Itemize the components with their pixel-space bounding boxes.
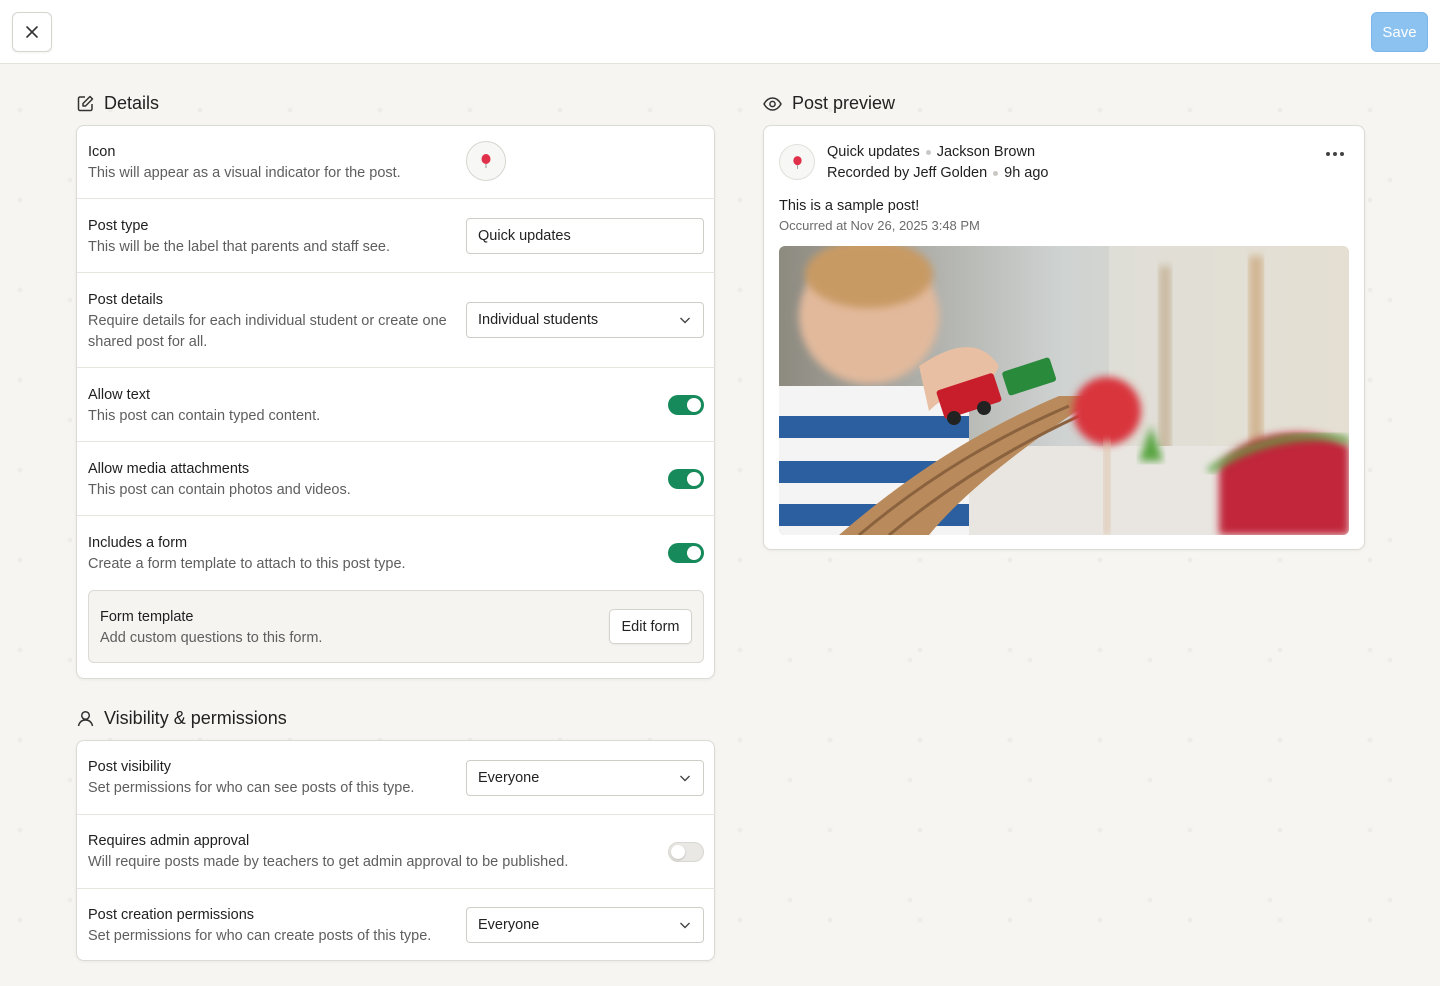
icon-picker[interactable] — [466, 141, 506, 181]
post-body: This is a sample post! — [779, 198, 920, 214]
includes-form-toggle[interactable] — [668, 543, 704, 563]
form-template-card: Form template Add custom questions to th… — [88, 590, 704, 663]
toggle-knob — [687, 546, 701, 560]
admin-approval-label: Requires admin approval — [88, 833, 250, 849]
admin-approval-row: Requires admin approval Will require pos… — [77, 815, 715, 889]
time-ago: 9h ago — [1004, 165, 1049, 181]
allow-text-desc: This post can contain typed content. — [88, 408, 321, 424]
chevron-down-icon — [680, 775, 690, 782]
post-type-value: Quick updates — [478, 228, 571, 244]
allow-text-label: Allow text — [88, 387, 151, 403]
icon-label: Icon — [88, 144, 116, 160]
allow-text-toggle[interactable] — [668, 395, 704, 415]
toggle-knob — [687, 398, 701, 412]
post-visibility-value: Everyone — [478, 770, 540, 786]
post-details-select[interactable]: Individual students — [466, 302, 704, 338]
creation-permissions-desc: Set permissions for who can create posts… — [88, 928, 432, 944]
edit-form-button[interactable]: Edit form — [609, 609, 692, 644]
form-template-label: Form template — [100, 609, 194, 625]
visibility-section-title: Visibility & permissions — [77, 708, 287, 729]
icon-row: Icon This will appear as a visual indica… — [77, 126, 715, 199]
details-title: Details — [104, 93, 160, 113]
post-header-line: Quick updates Jackson Brown — [827, 144, 1035, 160]
post-visibility-label: Post visibility — [88, 759, 171, 775]
post-details-label: Post details — [88, 292, 163, 308]
toggle-knob — [687, 472, 701, 486]
post-type-desc: This will be the label that parents and … — [88, 239, 390, 255]
details-section-title: Details — [77, 93, 159, 114]
post-visibility-select[interactable]: Everyone — [466, 760, 704, 796]
post-type-input[interactable]: Quick updates — [466, 218, 704, 254]
user-icon — [77, 710, 94, 727]
creation-permissions-row: Post creation permissions Set permission… — [77, 889, 715, 962]
allow-media-desc: This post can contain photos and videos. — [88, 482, 351, 498]
close-icon — [26, 26, 38, 38]
balloon-icon — [792, 155, 802, 169]
includes-form-desc: Create a form template to attach to this… — [88, 556, 406, 572]
preview-title: Post preview — [792, 93, 896, 113]
separator-dot — [925, 149, 931, 155]
allow-media-toggle[interactable] — [668, 469, 704, 489]
allow-text-row: Allow text This post can contain typed c… — [77, 368, 715, 442]
post-details-desc: Require details for each individual stud… — [88, 313, 447, 350]
creation-permissions-label: Post creation permissions — [88, 907, 255, 923]
close-button[interactable] — [12, 12, 52, 52]
post-occurred: Occurred at Nov 26, 2025 3:48 PM — [779, 218, 980, 233]
includes-form-label: Includes a form — [88, 535, 188, 551]
edit-icon — [77, 95, 94, 112]
details-card: Icon This will appear as a visual indica… — [76, 125, 715, 679]
post-type-row: Post type This will be the label that pa… — [77, 199, 715, 273]
post-photo — [779, 246, 1349, 535]
toggle-knob — [671, 845, 685, 859]
post-details-value: Individual students — [478, 312, 599, 328]
top-bar: Save — [0, 0, 1440, 64]
icon-desc: This will appear as a visual indicator f… — [88, 165, 401, 181]
child-playing-train-image — [779, 246, 1349, 535]
post-details-row: Post details Require details for each in… — [77, 273, 715, 368]
post-meta-line: Recorded by Jeff Golden 9h ago — [827, 165, 1049, 181]
post-visibility-row: Post visibility Set permissions for who … — [77, 741, 715, 815]
admin-approval-desc: Will require posts made by teachers to g… — [88, 854, 569, 870]
more-options-icon[interactable] — [1326, 148, 1348, 160]
creation-permissions-select[interactable]: Everyone — [466, 907, 704, 943]
eye-icon — [763, 96, 782, 111]
post-preview-card: Quick updates Jackson Brown Recorded by J… — [763, 125, 1365, 550]
student-name: Jackson Brown — [936, 144, 1036, 160]
balloon-icon — [481, 154, 491, 168]
preview-section-title: Post preview — [763, 93, 895, 114]
chevron-down-icon — [680, 922, 690, 929]
post-avatar — [779, 144, 815, 180]
separator-dot — [993, 170, 999, 176]
chevron-down-icon — [680, 317, 690, 324]
save-button[interactable]: Save — [1371, 12, 1428, 52]
post-type-name: Quick updates — [827, 144, 920, 160]
visibility-card: Post visibility Set permissions for who … — [76, 740, 715, 961]
form-template-desc: Add custom questions to this form. — [100, 630, 323, 646]
allow-media-label: Allow media attachments — [88, 461, 250, 477]
visibility-title: Visibility & permissions — [104, 708, 287, 728]
creation-permissions-value: Everyone — [478, 917, 540, 933]
post-visibility-desc: Set permissions for who can see posts of… — [88, 780, 415, 796]
recorded-by: Recorded by Jeff Golden — [827, 165, 988, 181]
post-type-label: Post type — [88, 218, 149, 234]
allow-media-row: Allow media attachments This post can co… — [77, 442, 715, 516]
admin-approval-toggle[interactable] — [668, 842, 704, 862]
